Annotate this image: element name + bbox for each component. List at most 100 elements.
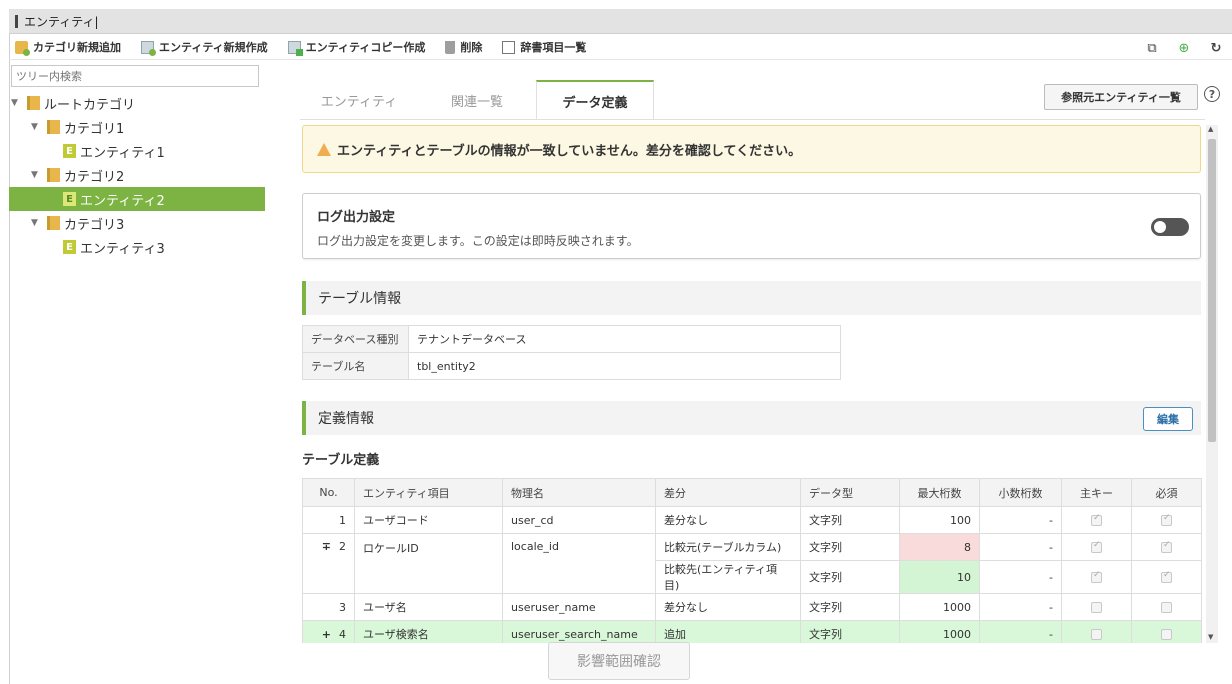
pk-checkbox xyxy=(1091,540,1102,553)
col-header: 主キー xyxy=(1061,478,1132,507)
referencing-entities-button[interactable]: 参照元エンティティ一覧 xyxy=(1044,84,1198,110)
mismatch-warning: エンティティとテーブルの情報が一致していません。差分を確認してください。 xyxy=(302,125,1201,173)
table-name-value: tbl_entity2 xyxy=(408,352,841,380)
pk-checkbox xyxy=(1091,513,1102,526)
tab-bar: エンティティ 関連一覧 データ定義 xyxy=(300,80,654,120)
tree-item-label: エンティティ2 xyxy=(80,193,165,209)
folder-icon xyxy=(27,96,40,110)
cell-pk xyxy=(1061,620,1132,643)
tree-item-category1[interactable]: ▼ カテゴリ1 xyxy=(9,115,265,139)
tree-item-label: カテゴリ2 xyxy=(64,169,125,185)
tree-item-label: ルートカテゴリ xyxy=(44,97,136,113)
refresh-icon[interactable]: ↻ xyxy=(1208,40,1224,56)
cell-no: +4 xyxy=(302,620,355,643)
col-header: 差分 xyxy=(655,478,801,507)
copy-entity-button[interactable]: エンティティコピー作成 xyxy=(287,39,426,56)
db-type-value: テナントデータベース xyxy=(408,325,841,353)
edit-button[interactable]: 編集 xyxy=(1143,407,1193,431)
cell-required xyxy=(1131,560,1202,594)
col-header: No. xyxy=(302,478,355,507)
required-checkbox xyxy=(1161,513,1172,526)
tab-entity[interactable]: エンティティ xyxy=(300,80,418,120)
tree-item-root[interactable]: ▼ ルートカテゴリ xyxy=(9,91,265,115)
title-marker-icon xyxy=(15,14,18,28)
expand-icon[interactable]: ▼ xyxy=(31,170,41,180)
entity-new-icon xyxy=(141,40,156,56)
add-category-button[interactable]: カテゴリ新規追加 xyxy=(15,39,121,56)
diagram-icon[interactable]: ⧉ xyxy=(1144,40,1160,56)
expand-icon[interactable]: ▼ xyxy=(11,98,21,108)
cell-pk xyxy=(1061,593,1132,621)
cell-required xyxy=(1131,533,1202,561)
cell-item: ロケールID xyxy=(354,533,503,594)
tree-item-entity3[interactable]: E エンティティ3 xyxy=(9,235,265,259)
tree-item-label: カテゴリ3 xyxy=(64,217,125,233)
copy-entity-label: エンティティコピー作成 xyxy=(305,41,426,54)
help-icon[interactable]: ? xyxy=(1204,86,1220,102)
entity-copy-icon xyxy=(287,40,303,56)
cell-no: ∓ 2 xyxy=(302,533,355,594)
table-name-label: テーブル名 xyxy=(302,352,409,380)
log-setting-title: ログ出力設定 xyxy=(317,210,396,225)
cell-type: 文字列 xyxy=(800,593,900,621)
table-info-heading: テーブル情報 xyxy=(302,281,1201,315)
entity-icon: E xyxy=(63,192,76,206)
table-info: データベース種別 テナントデータベース テーブル名 tbl_entity2 xyxy=(302,325,841,380)
cell-pk xyxy=(1061,560,1132,594)
folder-icon xyxy=(47,120,60,134)
cell-pk xyxy=(1061,506,1132,534)
required-checkbox xyxy=(1161,540,1172,553)
tree-item-entity1[interactable]: E エンティティ1 xyxy=(9,139,265,163)
cell-no: 3 xyxy=(302,593,355,621)
cell-type: 文字列 xyxy=(800,620,900,643)
pk-checkbox xyxy=(1091,602,1102,613)
table-row: +4 ユーザ検索名 useruser_search_name 追加 文字列 10… xyxy=(302,620,1202,643)
delete-button[interactable]: 削除 xyxy=(445,39,482,55)
expand-icon[interactable]: ▼ xyxy=(31,122,41,132)
back-icon[interactable]: ⊕ xyxy=(1176,40,1192,56)
expand-icon[interactable]: ▼ xyxy=(31,218,41,228)
tree-search-input[interactable] xyxy=(11,65,259,87)
new-entity-button[interactable]: エンティティ新規作成 xyxy=(141,39,268,56)
row-number: 4 xyxy=(339,627,346,641)
col-header: 必須 xyxy=(1131,478,1202,507)
tab-data-definition[interactable]: データ定義 xyxy=(536,80,654,120)
scrollbar-thumb[interactable] xyxy=(1208,139,1216,442)
cell-type: 文字列 xyxy=(800,560,900,594)
warning-icon xyxy=(317,142,331,156)
cell-max: 10 xyxy=(899,560,980,594)
scroll-up-icon[interactable]: ▲ xyxy=(1208,125,1213,133)
tree-item-category2[interactable]: ▼ カテゴリ2 xyxy=(9,163,265,187)
cell-pk xyxy=(1061,533,1132,561)
cell-max: 100 xyxy=(899,506,980,534)
table-row: 3 ユーザ名 useruser_name 差分なし 文字列 1000 - xyxy=(302,593,1202,621)
trash-icon xyxy=(445,40,456,54)
impact-check-button[interactable]: 影響範囲確認 xyxy=(548,642,690,680)
table-header-row: No. エンティティ項目 物理名 差分 データ型 最大桁数 小数桁数 主キー 必… xyxy=(302,478,1202,507)
scroll-down-icon[interactable]: ▼ xyxy=(1208,633,1213,641)
dictionary-button[interactable]: 辞書項目一覧 xyxy=(502,39,586,55)
table-row: ∓ 2 ロケールID locale_id 比較元(テーブルカラム) 文字列 8 - xyxy=(302,533,1202,594)
log-output-toggle[interactable] xyxy=(1151,218,1189,236)
vertical-scrollbar[interactable]: ▲ ▼ xyxy=(1206,125,1218,643)
col-header: データ型 xyxy=(800,478,900,507)
cell-no: 1 xyxy=(302,506,355,534)
tree-item-entity2[interactable]: E エンティティ2 xyxy=(9,187,265,211)
folder-icon xyxy=(47,216,60,230)
warning-text: エンティティとテーブルの情報が一致していません。差分を確認してください。 xyxy=(337,143,802,159)
tree-item-category3[interactable]: ▼ カテゴリ3 xyxy=(9,211,265,235)
col-header: 物理名 xyxy=(502,478,656,507)
folder-icon xyxy=(47,168,60,182)
table-info-heading-text: テーブル情報 xyxy=(318,291,402,307)
new-entity-label: エンティティ新規作成 xyxy=(159,41,268,54)
tab-relations[interactable]: 関連一覧 xyxy=(418,80,536,120)
cell-phys: useruser_name xyxy=(502,593,656,621)
cell-max: 1000 xyxy=(899,620,980,643)
tree-item-label: エンティティ3 xyxy=(80,241,165,257)
tree-item-label: カテゴリ1 xyxy=(64,121,125,137)
cell-dec: - xyxy=(979,533,1062,561)
table-row: 1 ユーザコード user_cd 差分なし 文字列 100 - xyxy=(302,506,1202,534)
db-type-label: データベース種別 xyxy=(302,325,409,353)
main-panel: エンティティ 関連一覧 データ定義 参照元エンティティ一覧 ? エンティティとテ… xyxy=(300,61,1232,684)
toolbar-right-tools: ⧉ ⊕ ↻ xyxy=(1144,40,1224,56)
